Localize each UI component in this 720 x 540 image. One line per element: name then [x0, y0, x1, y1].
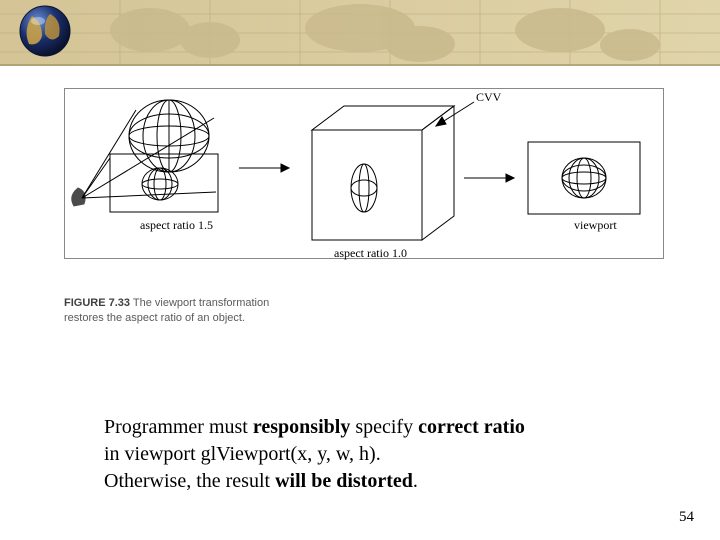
- aspect-10-label: aspect ratio 1.0: [334, 246, 407, 261]
- figure-caption: FIGURE 7.33 The viewport transformation …: [64, 296, 274, 326]
- slide-banner: [0, 0, 720, 66]
- figure-7-33: CVV aspect ratio 1.5 aspect ratio 1.0 vi…: [64, 88, 664, 298]
- body-line-1: Programmer must responsibly specify corr…: [104, 414, 624, 441]
- globe-icon: [18, 4, 72, 58]
- cvv-label: CVV: [476, 90, 501, 105]
- slide-body: Programmer must responsibly specify corr…: [104, 414, 624, 495]
- body-line-2: in viewport glViewport(x, y, w, h).: [104, 441, 624, 468]
- page-number: 54: [679, 509, 694, 526]
- aspect-15-label: aspect ratio 1.5: [140, 218, 213, 233]
- viewport-label: viewport: [574, 218, 617, 233]
- body-line-3: Otherwise, the result will be distorted.: [104, 468, 624, 495]
- figure-caption-tag: FIGURE 7.33: [64, 297, 130, 309]
